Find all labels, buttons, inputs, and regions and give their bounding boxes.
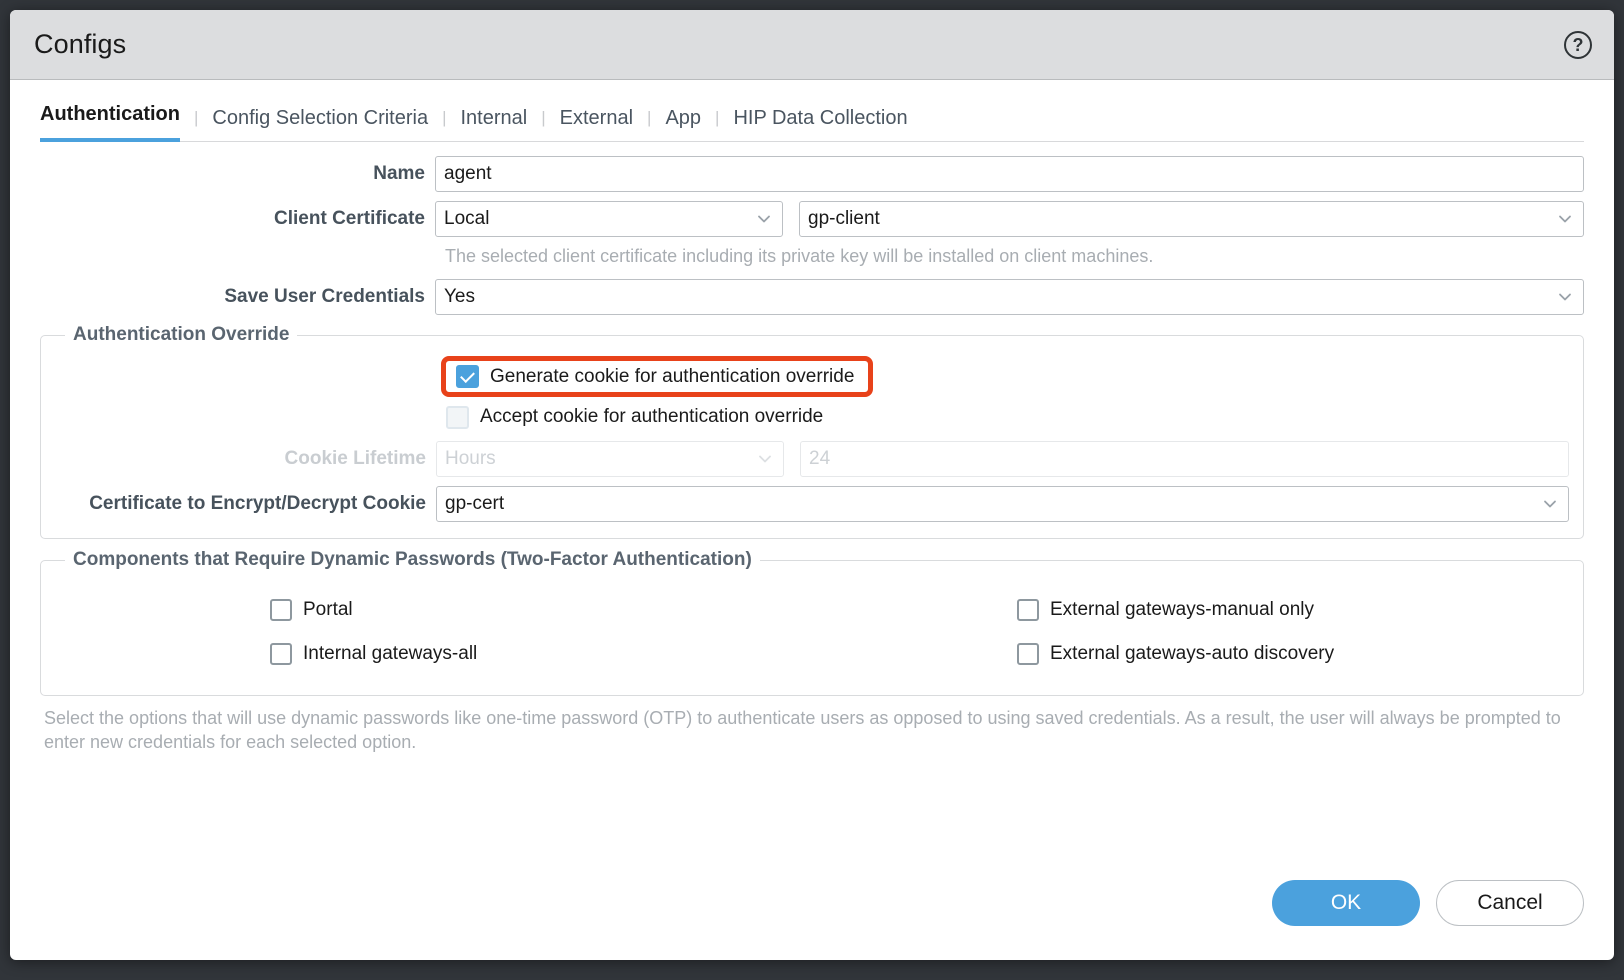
generate-cookie-label: Generate cookie for authentication overr… — [490, 365, 855, 387]
two-factor-options-grid: Portal External gateways-manual only Int… — [55, 581, 1569, 681]
client-certificate-helper-text: The selected client certificate includin… — [445, 246, 1154, 266]
save-user-credentials-value: Yes — [444, 286, 475, 307]
authentication-override-legend: Authentication Override — [73, 324, 290, 345]
dialog-actions: OK Cancel — [40, 880, 1584, 960]
client-certificate-select[interactable]: gp-client — [799, 201, 1584, 237]
tab-bar: Authentication | Config Selection Criter… — [40, 80, 1584, 142]
client-certificate-value: gp-client — [808, 208, 880, 229]
name-row: Name agent — [40, 156, 1584, 192]
encrypt-cert-label: Certificate to Encrypt/Decrypt Cookie — [89, 493, 426, 514]
encrypt-cert-value: gp-cert — [445, 493, 505, 514]
tab-separator: | — [715, 108, 720, 127]
tab-hip-data-collection[interactable]: HIP Data Collection — [733, 107, 907, 142]
portal-label: Portal — [303, 599, 353, 620]
cancel-button[interactable]: Cancel — [1436, 880, 1584, 926]
external-gateways-manual-checkbox[interactable] — [1017, 599, 1039, 621]
accept-cookie-checkbox[interactable] — [446, 405, 469, 429]
cookie-lifetime-unit-value: Hours — [445, 448, 496, 469]
external-gateways-auto-label: External gateways-auto discovery — [1050, 643, 1335, 664]
two-factor-note: Select the options that will use dynamic… — [44, 708, 1561, 753]
save-user-credentials-select[interactable]: Yes — [435, 279, 1584, 315]
question-circle-icon[interactable]: ? — [1564, 30, 1592, 59]
chevron-down-icon — [756, 211, 772, 227]
save-user-credentials-row: Save User Credentials Yes — [40, 279, 1584, 315]
tab-separator: | — [647, 108, 652, 127]
chevron-down-icon — [1542, 496, 1558, 512]
accept-cookie-row: Accept cookie for authentication overrid… — [446, 397, 1569, 437]
accept-cookie-label: Accept cookie for authentication overrid… — [480, 406, 824, 427]
cookie-lifetime-row: Cookie Lifetime Hours 24 — [55, 441, 1569, 477]
page-title: Configs — [34, 29, 127, 59]
configs-dialog: Configs ? Authentication | Config Select… — [10, 10, 1614, 960]
authentication-override-rows: Generate cookie for authentication overr… — [55, 356, 1569, 522]
name-label: Name — [373, 163, 425, 184]
save-user-credentials-label: Save User Credentials — [224, 286, 425, 307]
two-factor-option-external-auto: External gateways-auto discovery — [812, 633, 1569, 675]
two-factor-option-external-manual: External gateways-manual only — [812, 589, 1569, 631]
authentication-override-group: Authentication Override Generate cookie … — [40, 324, 1584, 539]
chevron-down-icon — [1557, 211, 1573, 227]
internal-gateways-all-label: Internal gateways-all — [303, 643, 478, 664]
tab-separator: | — [541, 108, 546, 127]
internal-gateways-all-checkbox[interactable] — [270, 643, 292, 665]
two-factor-legend: Components that Require Dynamic Password… — [73, 549, 752, 570]
external-gateways-auto-checkbox[interactable] — [1017, 643, 1039, 665]
cookie-lifetime-label: Cookie Lifetime — [284, 448, 426, 469]
tab-internal[interactable]: Internal — [461, 107, 528, 142]
cookie-lifetime-unit-select[interactable]: Hours — [436, 441, 784, 477]
tab-config-selection-criteria[interactable]: Config Selection Criteria — [212, 107, 428, 142]
client-certificate-row: Client Certificate Local gp-client — [40, 201, 1584, 237]
dialog-titlebar: Configs ? — [10, 10, 1614, 80]
client-certificate-label: Client Certificate — [274, 208, 425, 229]
ok-button[interactable]: OK — [1272, 880, 1420, 926]
generate-cookie-checkbox[interactable] — [456, 365, 479, 388]
chevron-down-icon — [757, 451, 773, 467]
tab-external[interactable]: External — [560, 107, 633, 142]
two-factor-group: Components that Require Dynamic Password… — [40, 549, 1584, 696]
encrypt-cert-select[interactable]: gp-cert — [436, 486, 1569, 522]
portal-checkbox[interactable] — [270, 599, 292, 621]
two-factor-option-portal: Portal — [55, 589, 812, 631]
encrypt-cert-row: Certificate to Encrypt/Decrypt Cookie gp… — [55, 486, 1569, 522]
tab-separator: | — [442, 108, 447, 127]
tab-app[interactable]: App — [665, 107, 701, 142]
tab-separator: | — [194, 108, 199, 127]
tab-authentication[interactable]: Authentication — [40, 103, 180, 142]
generate-cookie-highlight: Generate cookie for authentication overr… — [441, 356, 874, 397]
client-certificate-location-value: Local — [444, 208, 490, 229]
two-factor-option-internal-all: Internal gateways-all — [55, 633, 812, 675]
client-certificate-location-select[interactable]: Local — [435, 201, 783, 237]
chevron-down-icon — [1557, 289, 1573, 305]
cookie-lifetime-value-input[interactable]: 24 — [800, 441, 1569, 477]
dialog-body: Authentication | Config Selection Criter… — [10, 80, 1614, 960]
external-gateways-manual-label: External gateways-manual only — [1050, 599, 1315, 620]
name-input[interactable]: agent — [435, 156, 1584, 192]
authentication-form: Name agent Client Certificate Local gp-c… — [40, 142, 1584, 755]
